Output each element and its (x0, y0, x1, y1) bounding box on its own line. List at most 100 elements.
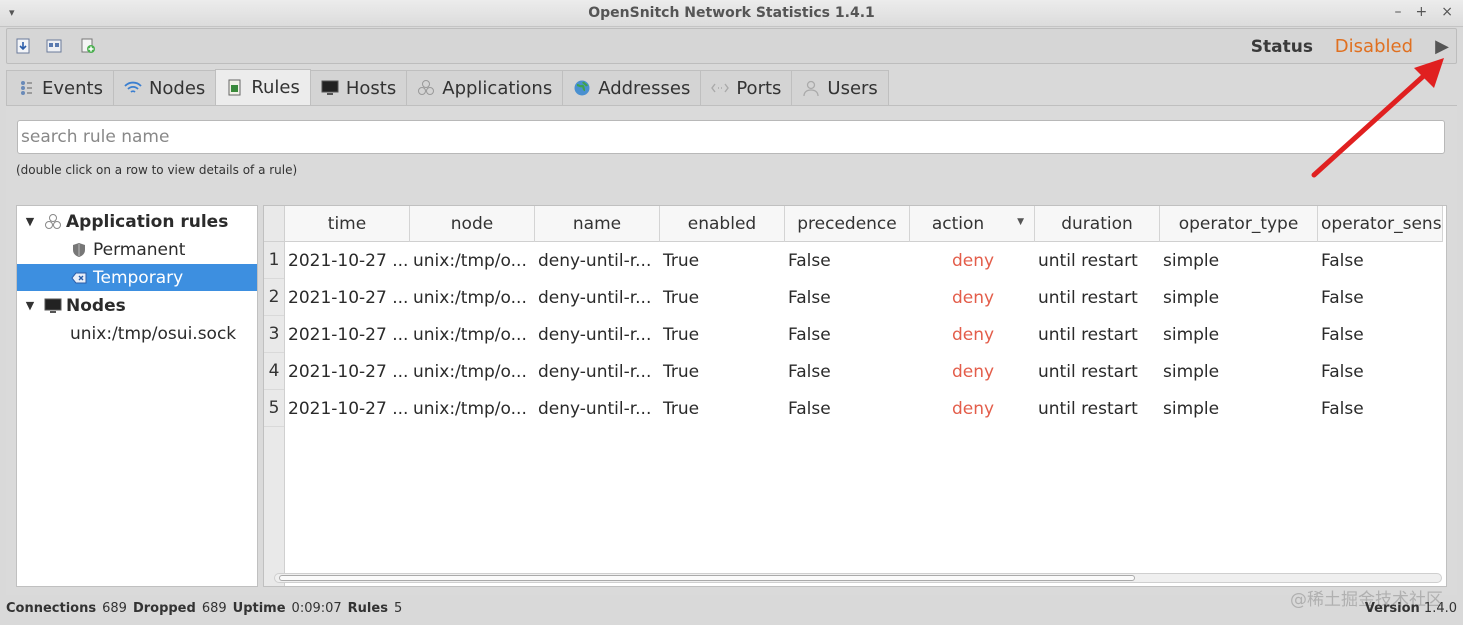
expand-arrow-icon[interactable]: ▼ (23, 215, 37, 228)
tab-users[interactable]: Users (791, 70, 889, 106)
table-row[interactable]: 2021-10-27 ... unix:/tmp/o... deny-until-r… (285, 353, 1443, 390)
cell-action[interactable]: deny (910, 242, 1035, 279)
row-number[interactable]: 1 (264, 242, 284, 279)
applications-icon (417, 79, 435, 97)
cell-name[interactable]: deny-until-r... (535, 390, 660, 427)
row-number[interactable]: 4 (264, 353, 284, 390)
shield-icon (69, 240, 89, 260)
row-number[interactable]: 2 (264, 279, 284, 316)
cell-name[interactable]: deny-until-r... (535, 353, 660, 390)
connections-count: 689 (102, 601, 127, 616)
cell-duration[interactable]: until restart (1035, 279, 1160, 316)
tree-item-nodes[interactable]: ▼ Nodes (23, 292, 263, 319)
row-number[interactable]: 5 (264, 390, 284, 427)
column-header-time[interactable]: time (285, 206, 410, 242)
horizontal-scrollbar[interactable] (274, 573, 1442, 583)
tab-label: Events (42, 77, 103, 99)
cell-node[interactable]: unix:/tmp/o... (410, 242, 535, 279)
column-header-name[interactable]: name (535, 206, 660, 242)
column-header-node[interactable]: node (410, 206, 535, 242)
cell-operator-type[interactable]: simple (1160, 390, 1318, 427)
save-icon[interactable] (14, 37, 32, 55)
column-header-precedence[interactable]: precedence (785, 206, 910, 242)
tree-label: Nodes (66, 295, 126, 316)
cell-time[interactable]: 2021-10-27 ... (285, 316, 410, 353)
column-header-action[interactable]: action ▼ (910, 206, 1035, 242)
cell-enabled[interactable]: True (660, 316, 785, 353)
cell-time[interactable]: 2021-10-27 ... (285, 353, 410, 390)
tab-applications[interactable]: Applications (406, 70, 564, 106)
cell-action[interactable]: deny (910, 316, 1035, 353)
tab-rules[interactable]: Rules (215, 69, 311, 106)
cell-action[interactable]: deny (910, 390, 1035, 427)
cell-operator-sensitive[interactable]: False (1318, 390, 1443, 427)
cell-operator-sensitive[interactable]: False (1318, 279, 1443, 316)
tab-events[interactable]: Events (6, 70, 114, 106)
rules-icon (226, 79, 244, 97)
cell-precedence[interactable]: False (785, 316, 910, 353)
cell-time[interactable]: 2021-10-27 ... (285, 242, 410, 279)
close-button[interactable]: × (1441, 4, 1453, 20)
column-header-operator-type[interactable]: operator_type (1160, 206, 1318, 242)
table-row[interactable]: 2021-10-27 ... unix:/tmp/o... deny-until-r… (285, 390, 1443, 427)
expand-arrow-icon[interactable]: ▼ (23, 299, 37, 312)
cell-precedence[interactable]: False (785, 279, 910, 316)
tab-addresses[interactable]: Addresses (562, 70, 702, 106)
cell-precedence[interactable]: False (785, 390, 910, 427)
tree-item-application-rules[interactable]: ▼ Application rules (23, 208, 263, 235)
cell-enabled[interactable]: True (660, 390, 785, 427)
tab-ports[interactable]: Ports (700, 70, 793, 106)
cell-operator-sensitive[interactable]: False (1318, 353, 1443, 390)
preferences-icon[interactable] (45, 37, 63, 55)
tab-nodes[interactable]: Nodes (112, 70, 217, 106)
cell-operator-type[interactable]: simple (1160, 279, 1318, 316)
tree-item-temporary[interactable]: Temporary (17, 264, 257, 291)
cell-time[interactable]: 2021-10-27 ... (285, 279, 410, 316)
cell-node[interactable]: unix:/tmp/o... (410, 353, 535, 390)
cell-action[interactable]: deny (910, 353, 1035, 390)
cell-operator-sensitive[interactable]: False (1318, 316, 1443, 353)
tab-hosts[interactable]: Hosts (309, 70, 408, 106)
cell-operator-type[interactable]: simple (1160, 316, 1318, 353)
tree-label: unix:/tmp/osui.sock (70, 323, 237, 344)
table-row[interactable]: 2021-10-27 ... unix:/tmp/o... deny-until-r… (285, 279, 1443, 316)
cell-duration[interactable]: until restart (1035, 390, 1160, 427)
cell-name[interactable]: deny-until-r... (535, 242, 660, 279)
cell-node[interactable]: unix:/tmp/o... (410, 390, 535, 427)
table-row[interactable]: 2021-10-27 ... unix:/tmp/o... deny-until-r… (285, 242, 1443, 279)
scrollbar-thumb[interactable] (279, 575, 1135, 581)
column-header-enabled[interactable]: enabled (660, 206, 785, 242)
tree-item-node[interactable]: unix:/tmp/osui.sock (17, 320, 257, 347)
minimize-button[interactable]: – (1395, 4, 1402, 20)
maximize-button[interactable]: + (1416, 4, 1428, 20)
ports-icon (711, 79, 730, 97)
cell-operator-type[interactable]: simple (1160, 353, 1318, 390)
cell-enabled[interactable]: True (660, 242, 785, 279)
cell-node[interactable]: unix:/tmp/o... (410, 316, 535, 353)
new-rule-icon[interactable] (79, 37, 97, 55)
cell-operator-sensitive[interactable]: False (1318, 242, 1443, 279)
connections-label: Connections (6, 601, 97, 616)
cell-duration[interactable]: until restart (1035, 242, 1160, 279)
uptime-value: 0:09:07 (291, 601, 342, 616)
cell-enabled[interactable]: True (660, 353, 785, 390)
row-number[interactable]: 3 (264, 316, 284, 353)
cell-operator-type[interactable]: simple (1160, 242, 1318, 279)
tree-item-permanent[interactable]: Permanent (17, 236, 257, 263)
cell-duration[interactable]: until restart (1035, 316, 1160, 353)
cell-precedence[interactable]: False (785, 242, 910, 279)
table-row[interactable]: 2021-10-27 ... unix:/tmp/o... deny-until-r… (285, 316, 1443, 353)
version-label: Version (1364, 601, 1420, 616)
cell-name[interactable]: deny-until-r... (535, 316, 660, 353)
column-header-operator-sensitive[interactable]: operator_sensiti (1318, 206, 1443, 242)
column-header-duration[interactable]: duration (1035, 206, 1160, 242)
cell-node[interactable]: unix:/tmp/o... (410, 279, 535, 316)
cell-duration[interactable]: until restart (1035, 353, 1160, 390)
cell-time[interactable]: 2021-10-27 ... (285, 390, 410, 427)
cell-precedence[interactable]: False (785, 353, 910, 390)
search-rule-input[interactable]: search rule name (17, 120, 1445, 154)
cell-name[interactable]: deny-until-r... (535, 279, 660, 316)
cell-enabled[interactable]: True (660, 279, 785, 316)
cell-action[interactable]: deny (910, 279, 1035, 316)
window-controls: – + × (1395, 4, 1453, 20)
